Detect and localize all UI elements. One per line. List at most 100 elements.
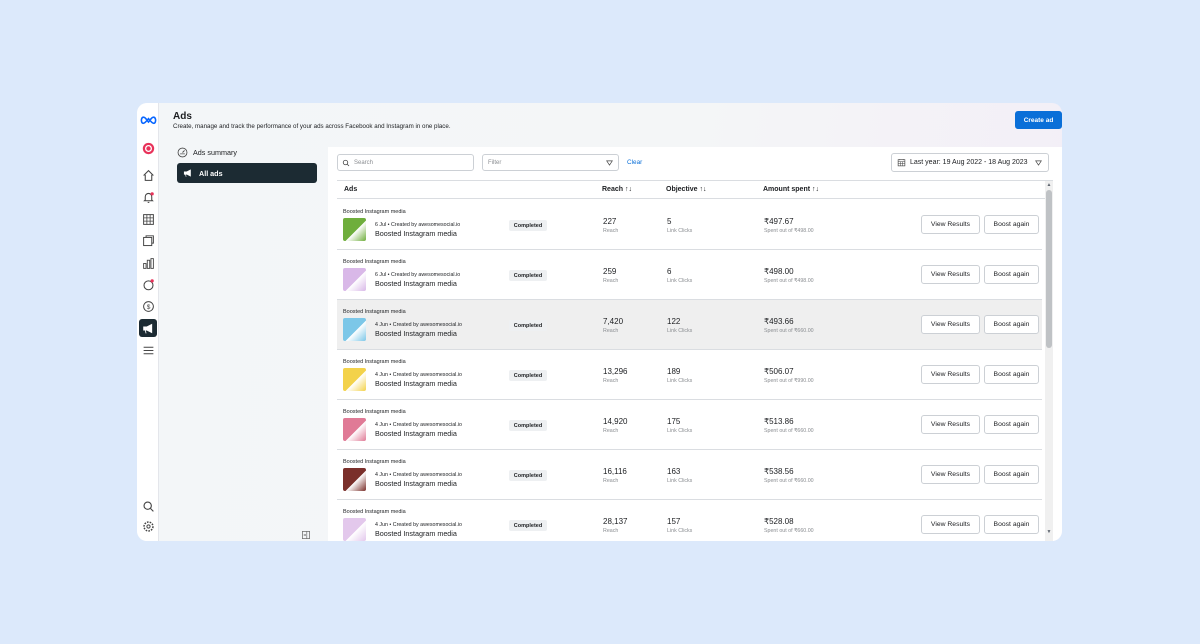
table-row[interactable]: Boosted Instagram media 6 Jul • Created b… bbox=[337, 200, 1042, 250]
column-header-label: Objective bbox=[666, 186, 698, 193]
ad-name[interactable]: Boosted Instagram media bbox=[375, 279, 457, 288]
reach-caption: Reach bbox=[603, 278, 619, 284]
boost-again-button[interactable]: Boost again bbox=[984, 265, 1039, 284]
collapse-sidebar-icon[interactable] bbox=[302, 531, 310, 539]
ad-name[interactable]: Boosted Instagram media bbox=[375, 379, 457, 388]
notifications-icon[interactable] bbox=[140, 189, 156, 205]
reach-caption: Reach bbox=[603, 528, 619, 534]
objective-caption: Link Clicks bbox=[667, 428, 693, 434]
reach-value: 7,420 bbox=[603, 317, 624, 326]
ad-meta: 6 Jul • Created by awesomesocial.io bbox=[375, 222, 461, 228]
boost-again-button[interactable]: Boost again bbox=[984, 365, 1039, 384]
ad-group-label: Boosted Instagram media bbox=[343, 309, 406, 315]
ad-name[interactable]: Boosted Instagram media bbox=[375, 529, 457, 538]
amount-spent-caption: Spent out of ₹498.00 bbox=[764, 278, 814, 284]
reach-value: 259 bbox=[603, 267, 617, 276]
status-badge: Completed bbox=[509, 370, 547, 381]
profile-icon[interactable] bbox=[140, 140, 156, 156]
objective-value: 175 bbox=[667, 417, 681, 426]
meta-logo[interactable] bbox=[139, 112, 157, 128]
ad-thumbnail bbox=[343, 468, 366, 491]
boost-again-button[interactable]: Boost again bbox=[984, 315, 1039, 334]
boost-again-button[interactable]: Boost again bbox=[984, 515, 1039, 534]
amount-spent-value: ₹538.56 bbox=[764, 467, 794, 476]
search-icon[interactable] bbox=[140, 498, 156, 514]
reach-value: 13,296 bbox=[603, 367, 628, 376]
scrollbar[interactable]: ▲ ▼ bbox=[1045, 181, 1053, 541]
ad-thumbnail bbox=[343, 268, 366, 291]
column-header-reach[interactable]: Reach ↑↓ bbox=[602, 186, 632, 193]
date-range-label: Last year: 19 Aug 2022 - 18 Aug 2023 bbox=[910, 159, 1028, 166]
filter-select[interactable]: Filter bbox=[482, 154, 619, 171]
view-results-button[interactable]: View Results bbox=[921, 415, 980, 434]
view-results-button[interactable]: View Results bbox=[921, 515, 980, 534]
ad-meta: 4 Jun • Created by awesomesocial.io bbox=[375, 522, 462, 528]
view-results-button[interactable]: View Results bbox=[921, 265, 980, 284]
status-badge: Completed bbox=[509, 420, 547, 431]
table-row[interactable]: Boosted Instagram media 4 Jun • Created b… bbox=[337, 450, 1042, 500]
sidebar-item-label: Ads summary bbox=[193, 147, 237, 157]
scroll-up-icon[interactable]: ▲ bbox=[1046, 182, 1052, 188]
scrollbar-thumb[interactable] bbox=[1046, 190, 1052, 348]
ad-thumbnail bbox=[343, 418, 366, 441]
inbox-icon[interactable] bbox=[140, 276, 156, 292]
view-results-button[interactable]: View Results bbox=[921, 315, 980, 334]
amount-spent-caption: Spent out of ₹660.00 bbox=[764, 478, 814, 484]
page-title: Ads bbox=[173, 111, 192, 122]
boost-again-button[interactable]: Boost again bbox=[984, 465, 1039, 484]
column-header-objective[interactable]: Objective ↑↓ bbox=[666, 186, 706, 193]
ad-name[interactable]: Boosted Instagram media bbox=[375, 329, 457, 338]
status-badge: Completed bbox=[509, 270, 547, 281]
objective-value: 157 bbox=[667, 517, 681, 526]
calendar-icon bbox=[897, 159, 906, 167]
gauge-icon bbox=[177, 147, 188, 157]
ad-name[interactable]: Boosted Instagram media bbox=[375, 479, 457, 488]
ad-group-label: Boosted Instagram media bbox=[343, 259, 406, 265]
date-range-picker[interactable]: Last year: 19 Aug 2022 - 18 Aug 2023 bbox=[891, 153, 1049, 172]
reach-caption: Reach bbox=[603, 228, 619, 234]
ad-thumbnail bbox=[343, 518, 366, 541]
sidebar-item-all-ads[interactable]: All ads bbox=[177, 163, 317, 183]
column-header-label: Amount spent bbox=[763, 186, 811, 193]
table-row[interactable]: Boosted Instagram media 6 Jul • Created b… bbox=[337, 250, 1042, 300]
scroll-down-icon[interactable]: ▼ bbox=[1046, 529, 1052, 535]
amount-spent-value: ₹506.07 bbox=[764, 367, 794, 376]
ad-name[interactable]: Boosted Instagram media bbox=[375, 429, 457, 438]
search-input[interactable]: Search bbox=[337, 154, 474, 171]
insights-icon[interactable] bbox=[140, 255, 156, 271]
reach-caption: Reach bbox=[603, 478, 619, 484]
create-ad-button[interactable]: Create ad bbox=[1015, 111, 1062, 129]
view-results-button[interactable]: View Results bbox=[921, 215, 980, 234]
settings-icon[interactable] bbox=[140, 518, 156, 534]
monetization-icon[interactable]: $ bbox=[140, 298, 156, 314]
content-icon[interactable] bbox=[140, 233, 156, 249]
filter-placeholder: Filter bbox=[488, 159, 502, 166]
grid-icon[interactable] bbox=[140, 211, 156, 227]
table-row[interactable]: Boosted Instagram media 4 Jun • Created b… bbox=[337, 350, 1042, 400]
ads-icon[interactable] bbox=[139, 319, 157, 337]
view-results-button[interactable]: View Results bbox=[921, 365, 980, 384]
menu-icon[interactable] bbox=[140, 342, 156, 358]
table-row[interactable]: Boosted Instagram media 4 Jun • Created b… bbox=[337, 300, 1042, 350]
amount-spent-value: ₹498.00 bbox=[764, 267, 794, 276]
status-badge: Completed bbox=[509, 220, 547, 231]
view-results-button[interactable]: View Results bbox=[921, 465, 980, 484]
table-row[interactable]: Boosted Instagram media 4 Jun • Created b… bbox=[337, 400, 1042, 450]
ads-panel: Search Filter Clear Last year: 19 Aug 20… bbox=[328, 147, 1062, 541]
objective-caption: Link Clicks bbox=[667, 228, 693, 234]
chevron-down-icon bbox=[606, 160, 613, 166]
ad-name[interactable]: Boosted Instagram media bbox=[375, 229, 457, 238]
sidebar-item-ads-summary[interactable]: Ads summary bbox=[177, 145, 237, 159]
column-header-label: Reach bbox=[602, 186, 624, 193]
clear-link[interactable]: Clear bbox=[627, 159, 642, 166]
boost-again-button[interactable]: Boost again bbox=[984, 215, 1039, 234]
objective-value: 122 bbox=[667, 317, 681, 326]
table-row[interactable]: Boosted Instagram media 4 Jun • Created b… bbox=[337, 500, 1042, 541]
column-header-amount-spent[interactable]: Amount spent ↑↓ bbox=[763, 186, 819, 193]
boost-again-button[interactable]: Boost again bbox=[984, 415, 1039, 434]
reach-caption: Reach bbox=[603, 428, 619, 434]
home-icon[interactable] bbox=[140, 167, 156, 183]
ad-group-label: Boosted Instagram media bbox=[343, 409, 406, 415]
amount-spent-caption: Spent out of ₹660.00 bbox=[764, 428, 814, 434]
ads-table: Ads Reach ↑↓ Objective ↑↓ Amount spent ↑… bbox=[337, 180, 1053, 541]
